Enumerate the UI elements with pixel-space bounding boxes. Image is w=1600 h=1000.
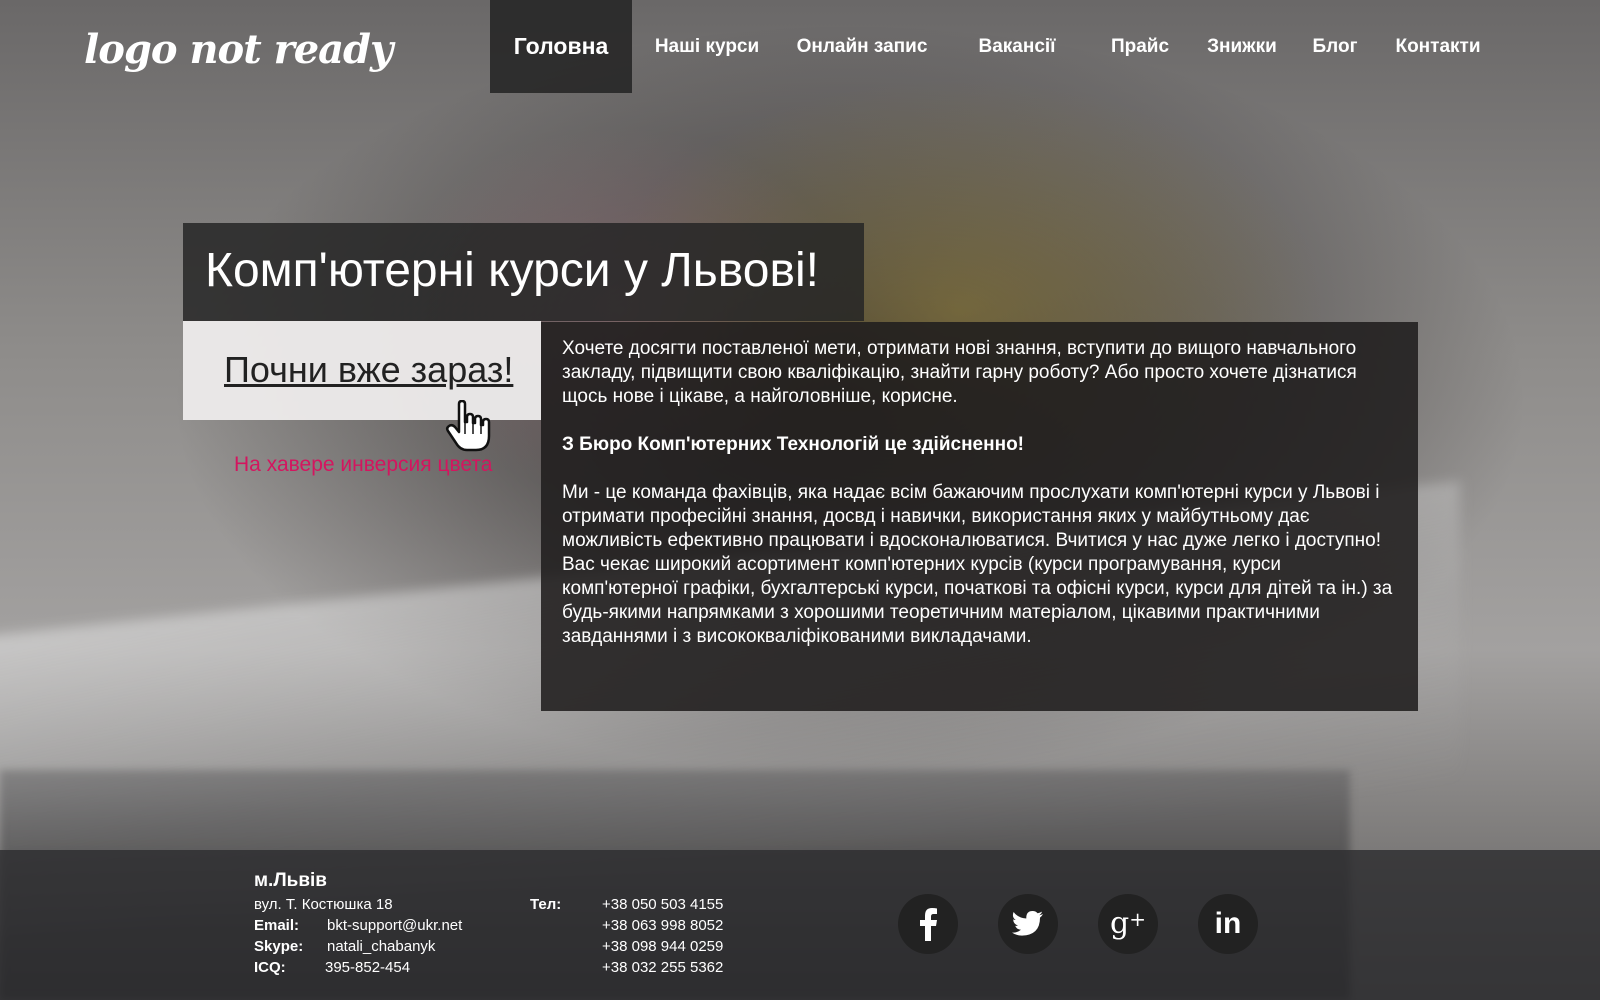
intro-text-box: Хочете досягти поставленої мети, отримат… xyxy=(541,322,1418,711)
facebook-icon[interactable] xyxy=(898,894,958,954)
hover-note: На хавере инверсия цвета xyxy=(234,453,493,476)
team-paragraph: Ми - це команда фахівців, яка надає всім… xyxy=(562,482,1382,551)
icq-label: ICQ: xyxy=(254,959,286,976)
nav-item-home[interactable]: Головна xyxy=(490,0,632,93)
footer-address: вул. Т. Костюшка 18 xyxy=(254,896,393,913)
hand-pointer-icon xyxy=(445,400,491,452)
footer: м.Львів вул. Т. Костюшка 18 Email: bkt-su… xyxy=(0,850,1600,1000)
nav-item-online-signup[interactable]: Онлайн запис xyxy=(782,0,942,93)
intro-paragraph: Хочете досягти поставленої мети, отримат… xyxy=(562,338,1357,407)
phone-2[interactable]: +38 063 998 8052 xyxy=(602,917,723,934)
footer-skype-row: Skype: natali_chabanyk xyxy=(254,938,435,955)
start-now-label: Почни вже зараз! xyxy=(224,349,514,390)
nav-item-blog[interactable]: Блог xyxy=(1296,0,1374,93)
courses-paragraph: Вас чекає широкий асортимент комп'ютерни… xyxy=(562,554,1393,647)
nav-item-discounts[interactable]: Знижки xyxy=(1188,0,1296,93)
twitter-icon[interactable] xyxy=(998,894,1058,954)
skype-label: Skype: xyxy=(254,938,304,955)
linkedin-icon[interactable]: in xyxy=(1198,894,1258,954)
phone-3[interactable]: +38 098 944 0259 xyxy=(602,938,723,955)
footer-email-row: Email: bkt-support@ukr.net xyxy=(254,917,462,934)
hero-title: Комп'ютерні курси у Львові! xyxy=(205,244,819,297)
phone-4[interactable]: +38 032 255 5362 xyxy=(602,959,723,976)
email-link[interactable]: bkt-support@ukr.net xyxy=(327,917,462,934)
footer-icq-row: ICQ: 395-852-454 xyxy=(254,959,410,976)
logo[interactable]: logo not ready xyxy=(84,26,393,73)
skype-value: natali_chabanyk xyxy=(327,938,436,955)
icq-value: 395-852-454 xyxy=(325,959,411,976)
nav-item-vacancies[interactable]: Вакансії xyxy=(942,0,1092,93)
hero-title-box: Комп'ютерні курси у Львові! xyxy=(183,223,864,321)
main-nav: Головна Наші курси Онлайн запис Вакансії… xyxy=(490,0,1502,93)
nav-item-contacts[interactable]: Контакти xyxy=(1374,0,1502,93)
email-label: Email: xyxy=(254,917,300,934)
nav-item-courses[interactable]: Наші курси xyxy=(632,0,782,93)
google-plus-icon[interactable]: g+ xyxy=(1098,894,1158,954)
nav-item-price[interactable]: Прайс xyxy=(1092,0,1188,93)
intro-highlight: З Бюро Комп'ютерних Технологій це здійсн… xyxy=(562,434,1025,455)
phone-1[interactable]: +38 050 503 4155 xyxy=(602,896,723,913)
tel-label: Тел: xyxy=(530,896,562,913)
footer-city: м.Львів xyxy=(254,870,327,891)
